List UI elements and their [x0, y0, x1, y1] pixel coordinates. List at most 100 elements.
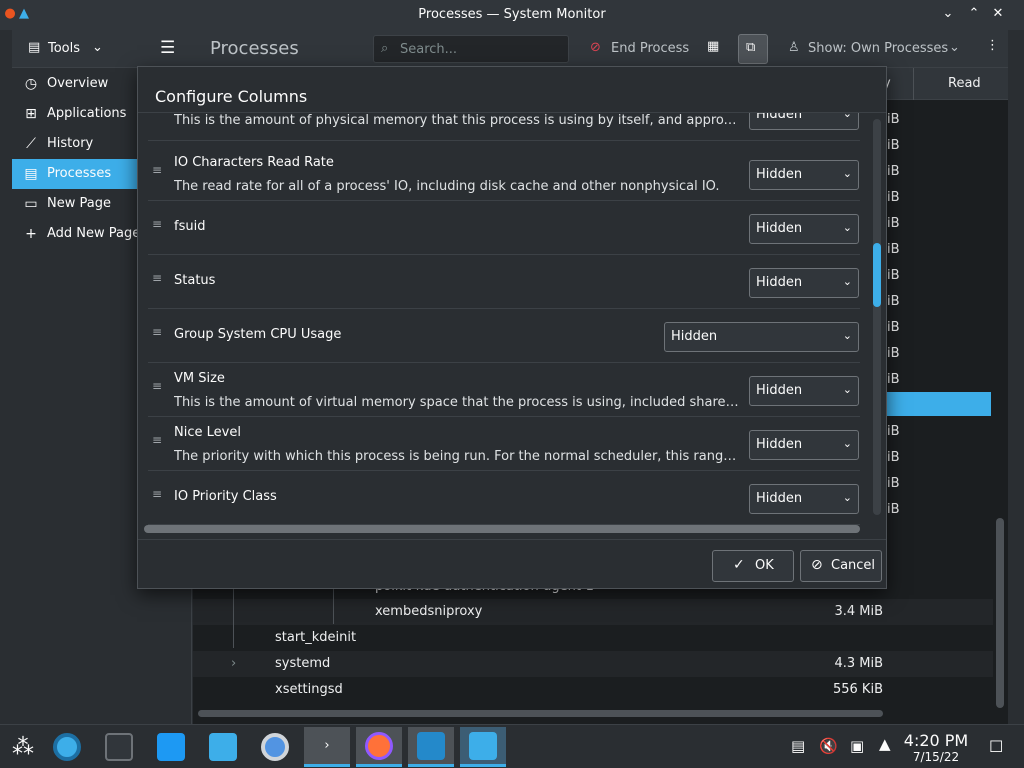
main-toolbar: ▤ Tools ⌄ ☰ Processes ⌕ Search... ⊘ End …	[12, 30, 1008, 68]
chevron-down-icon: ⌄	[842, 437, 852, 450]
table-row[interactable]: xembedsniproxy 3.4 MiB	[193, 599, 993, 625]
column-row[interactable]: ≡ IO Characters Read Rate The read rate …	[148, 147, 860, 201]
grid-icon: ⊞	[25, 106, 37, 122]
table-row[interactable]: start_kdeinit	[193, 625, 993, 651]
table-row[interactable]: xsettingsd 556 KiB	[193, 677, 993, 703]
memory-value-partial: iB	[887, 112, 900, 127]
column-name: Nice Level	[174, 425, 241, 440]
taskbar-discover[interactable]	[148, 727, 194, 767]
visibility-dropdown[interactable]: Hidden ⌄	[749, 430, 859, 460]
show-filter-label: Show: Own Processes	[808, 41, 949, 56]
taskbar-browser-2[interactable]	[252, 727, 298, 767]
show-desktop-icon[interactable]: ☐	[989, 737, 1003, 756]
column-row[interactable]: ≡ IO Priority Class Hidden ⌄	[148, 471, 860, 525]
drag-handle-icon[interactable]: ≡	[151, 164, 163, 182]
tree-view-icon: ⧉	[746, 40, 756, 55]
close-icon[interactable]: ✕	[990, 6, 1006, 22]
scrollbar-thumb[interactable]	[873, 243, 881, 307]
memory-value-partial: iB	[887, 502, 900, 517]
column-header-read[interactable]: Read	[948, 76, 981, 91]
column-row[interactable]: ≡ Group System CPU Usage Hidden ⌄	[148, 309, 860, 363]
taskbar-browser-1[interactable]	[44, 727, 90, 767]
clock[interactable]: 4:20 PM 7/15/22	[896, 731, 976, 764]
table-horizontal-scrollbar[interactable]	[198, 710, 883, 717]
visibility-dropdown[interactable]: Hidden ⌄	[664, 322, 859, 352]
checkmark-icon: ✓	[733, 557, 745, 573]
search-field[interactable]: ⌕ Search...	[373, 35, 569, 63]
column-row[interactable]: ≡ Status Hidden ⌄	[148, 255, 860, 309]
memory-value-partial: iB	[887, 372, 900, 387]
column-row[interactable]: ≡ Nice Level The priority with which thi…	[148, 417, 860, 471]
drag-handle-icon[interactable]: ≡	[151, 272, 163, 290]
tray-expand-icon[interactable]: ▲	[879, 735, 891, 753]
network-icon[interactable]: ▣	[850, 737, 864, 755]
volume-muted-icon[interactable]: 🔇	[819, 737, 838, 755]
drag-handle-icon[interactable]: ≡	[151, 326, 163, 344]
window-titlebar: ● ▲ Processes — System Monitor ⌄ ⌃ ✕	[0, 0, 1024, 30]
page-icon: ▭	[24, 196, 38, 212]
column-list: ≡ This is the amount of physical memory …	[138, 112, 886, 540]
drag-handle-icon[interactable]: ≡	[151, 434, 163, 452]
memory-value-partial: iB	[887, 190, 900, 205]
cancel-label: Cancel	[831, 558, 876, 573]
system-monitor-icon	[469, 731, 497, 760]
settings-icon	[105, 733, 133, 761]
memory-value-partial: iB	[887, 476, 900, 491]
dialog-horizontal-scrollbar[interactable]	[144, 525, 860, 533]
memory-value-partial: iB	[887, 294, 900, 309]
maximize-icon[interactable]: ⌃	[966, 6, 982, 22]
process-name: xembedsniproxy	[375, 604, 483, 619]
hamburger-menu-icon[interactable]: ☰	[160, 38, 175, 58]
column-row[interactable]: ≡ fsuid Hidden ⌄	[148, 201, 860, 255]
taskbar-firefox[interactable]	[356, 727, 402, 767]
drag-handle-icon[interactable]: ≡	[151, 218, 163, 236]
memory-value-partial: iB	[887, 346, 900, 361]
clock-icon: ◷	[24, 76, 38, 92]
taskbar-terminal[interactable]: ›	[304, 727, 350, 767]
chart-icon: ⟋	[26, 136, 36, 152]
overflow-menu-icon[interactable]: ⋮	[986, 38, 999, 53]
dialog-vertical-scrollbar[interactable]	[873, 119, 881, 515]
taskbar-settings[interactable]	[96, 727, 142, 767]
visibility-dropdown[interactable]: Hidden ⌄	[749, 113, 859, 130]
tree-line	[233, 588, 234, 648]
taskbar-vscode[interactable]	[408, 727, 454, 767]
selected-row-highlight[interactable]	[887, 392, 991, 416]
tree-view-button[interactable]: ⧉	[738, 34, 768, 64]
show-filter-dropdown[interactable]: ♙ Show: Own Processes ⌄	[784, 34, 969, 64]
expand-chevron-icon[interactable]: ›	[231, 656, 236, 671]
table-row[interactable]: › systemd 4.3 MiB	[193, 651, 993, 677]
visibility-dropdown[interactable]: Hidden ⌄	[749, 376, 859, 406]
list-view-button[interactable]: ▦	[700, 34, 730, 64]
app-launcher-button[interactable]: ⁂	[0, 727, 46, 767]
minimize-icon[interactable]: ⌄	[940, 6, 956, 22]
taskbar-files[interactable]	[200, 727, 246, 767]
ok-button[interactable]: ✓ OK	[712, 550, 794, 582]
table-vertical-scrollbar[interactable]	[996, 518, 1004, 708]
drag-handle-icon[interactable]: ≡	[151, 113, 163, 122]
cancel-button[interactable]: ⊘ Cancel	[800, 550, 882, 582]
process-memory: 4.3 MiB	[834, 656, 883, 671]
taskbar-system-monitor[interactable]	[460, 727, 506, 767]
search-input[interactable]: Search...	[400, 42, 457, 57]
process-name: start_kdeinit	[275, 630, 357, 645]
clipboard-icon[interactable]: ▤	[791, 737, 805, 755]
visibility-dropdown[interactable]: Hidden ⌄	[749, 214, 859, 244]
visibility-dropdown[interactable]: Hidden ⌄	[749, 160, 859, 190]
chevron-down-icon: ⌄	[842, 275, 852, 288]
column-name: IO Priority Class	[174, 489, 277, 504]
column-description: The priority with which this process is …	[174, 449, 744, 464]
visibility-dropdown[interactable]: Hidden ⌄	[749, 268, 859, 298]
drag-handle-icon[interactable]: ≡	[151, 488, 163, 506]
column-row[interactable]: ≡ VM Size This is the amount of virtual …	[148, 363, 860, 417]
search-icon: ⌕	[381, 41, 389, 56]
end-process-button[interactable]: ⊘ End Process	[584, 34, 694, 64]
tools-menu-button[interactable]: ▤ Tools ⌄	[20, 34, 120, 64]
memory-value-partial: iB	[887, 268, 900, 283]
dialog-title: Configure Columns	[155, 87, 308, 106]
process-memory: 3.4 MiB	[834, 604, 883, 619]
drag-handle-icon[interactable]: ≡	[151, 380, 163, 398]
visibility-dropdown[interactable]: Hidden ⌄	[749, 484, 859, 514]
column-row[interactable]: ≡ This is the amount of physical memory …	[148, 113, 860, 141]
cancel-icon: ⊘	[811, 557, 823, 573]
